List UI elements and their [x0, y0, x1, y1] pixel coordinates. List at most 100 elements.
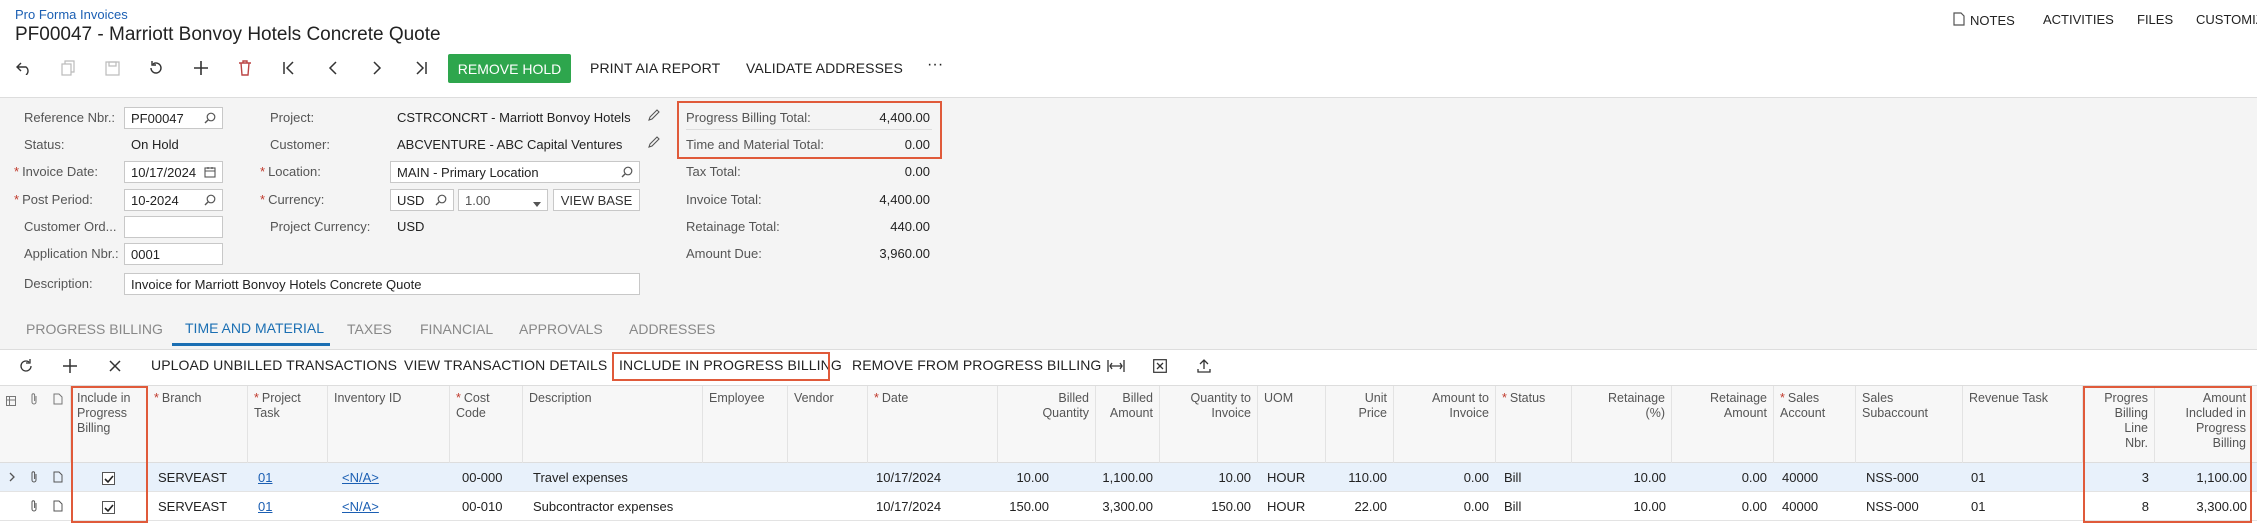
cell-sales-subaccount: NSS-000 — [1866, 470, 1919, 485]
tab-taxes[interactable]: TAXES — [347, 321, 392, 337]
refresh-icon[interactable] — [17, 357, 35, 375]
location-value: MAIN - Primary Location — [397, 165, 539, 180]
col-project-task[interactable]: ProjectTask — [247, 386, 327, 464]
previous-record-icon[interactable] — [323, 58, 343, 78]
export-excel-icon[interactable] — [1151, 357, 1169, 375]
col-employee[interactable]: Employee — [702, 386, 787, 464]
cell-project-task-link[interactable]: 01 — [258, 470, 272, 485]
col-amount-to-invoice[interactable]: Amount to Invoice — [1393, 386, 1495, 464]
col-sales-account[interactable]: SalesAccount — [1773, 386, 1855, 464]
post-period-value: 10-2024 — [131, 193, 179, 208]
document-icon[interactable] — [53, 493, 63, 522]
col-retainage-pct[interactable]: Retainage (%) — [1571, 386, 1671, 464]
highlight-include-button — [612, 352, 830, 381]
col-retainage-amount[interactable]: Retainage Amount — [1671, 386, 1773, 464]
col-quantity-to-invoice[interactable]: Quantity to Invoice — [1159, 386, 1257, 464]
add-icon[interactable] — [191, 58, 211, 78]
table-row[interactable]: SERVEAST 01 <N/A> 00-000 Travel expenses… — [0, 463, 2257, 492]
cell-retainage-pct: 10.00 — [1633, 499, 1666, 514]
cell-retainage-amount: 0.00 — [1741, 499, 1767, 514]
cell-billed-amount: 1,100.00 — [1102, 470, 1153, 485]
col-unit-price[interactable]: Unit Price — [1325, 386, 1393, 464]
col-billed-amount[interactable]: Billed Amount — [1095, 386, 1159, 464]
tab-approvals[interactable]: APPROVALS — [519, 321, 603, 337]
edit-pencil-icon[interactable] — [647, 135, 661, 149]
delete-icon[interactable] — [235, 58, 255, 78]
row-expand-icon[interactable] — [9, 463, 15, 492]
application-nbr-field[interactable]: 0001 — [124, 243, 223, 265]
last-record-icon[interactable] — [411, 58, 431, 78]
invoice-date-field[interactable]: 10/17/2024 — [124, 161, 223, 183]
col-inventory-id[interactable]: Inventory ID — [327, 386, 449, 464]
fit-columns-icon[interactable] — [1106, 357, 1126, 375]
customization-link[interactable]: CUSTOMIZ — [2196, 12, 2257, 27]
search-icon[interactable] — [435, 194, 447, 209]
tab-time-and-material[interactable]: TIME AND MATERIAL — [185, 320, 324, 336]
col-date[interactable]: Date — [867, 386, 997, 464]
col-uom[interactable]: UOM — [1257, 386, 1325, 464]
breadcrumb[interactable]: Pro Forma Invoices — [15, 7, 128, 22]
col-status[interactable]: Status — [1495, 386, 1571, 464]
upload-unbilled-transactions-button[interactable]: UPLOAD UNBILLED TRANSACTIONS — [151, 357, 397, 373]
edit-pencil-icon[interactable] — [647, 108, 661, 122]
col-cost-code[interactable]: CostCode — [449, 386, 522, 464]
attachment-icon[interactable] — [30, 464, 38, 493]
document-icon[interactable] — [53, 464, 63, 493]
cell-uom: HOUR — [1267, 499, 1306, 514]
cell-unit-price: 110.00 — [1348, 470, 1387, 485]
col-billed-quantity[interactable]: Billed Quantity — [997, 386, 1095, 464]
cell-inventory-link[interactable]: <N/A> — [342, 499, 379, 514]
more-actions-button[interactable]: ··· — [927, 56, 943, 74]
first-record-icon[interactable] — [279, 58, 299, 78]
copy-icon[interactable] — [58, 58, 78, 78]
upload-file-icon[interactable] — [1195, 357, 1213, 375]
next-record-icon[interactable] — [367, 58, 387, 78]
customer-value[interactable]: ABCVENTURE - ABC Capital Ventures — [397, 137, 622, 152]
print-aia-report-button[interactable]: PRINT AIA REPORT — [590, 60, 720, 76]
col-branch[interactable]: Branch — [147, 386, 247, 464]
delete-row-icon[interactable] — [106, 357, 124, 375]
calendar-icon[interactable] — [204, 166, 216, 181]
view-transaction-details-button[interactable]: VIEW TRANSACTION DETAILS — [404, 357, 607, 373]
attachment-icon[interactable] — [30, 493, 38, 522]
col-sales-subaccount[interactable]: Sales Subaccount — [1855, 386, 1962, 464]
col-description[interactable]: Description — [522, 386, 702, 464]
files-link[interactable]: FILES — [2137, 12, 2173, 27]
view-base-button[interactable]: VIEW BASE — [553, 189, 640, 211]
remove-from-progress-billing-button[interactable]: REMOVE FROM PROGRESS BILLING — [852, 357, 1101, 373]
tab-progress-billing[interactable]: PROGRESS BILLING — [26, 321, 163, 337]
activities-link[interactable]: ACTIVITIES — [2043, 12, 2114, 27]
undo-icon[interactable] — [14, 58, 34, 78]
remove-hold-button[interactable]: REMOVE HOLD — [448, 54, 571, 83]
notes-label: NOTES — [1970, 13, 2015, 28]
col-vendor[interactable]: Vendor — [787, 386, 867, 464]
description-field[interactable]: Invoice for Marriott Bonvoy Hotels Concr… — [124, 273, 640, 295]
customer-order-field[interactable] — [124, 216, 223, 238]
search-icon[interactable] — [621, 166, 633, 181]
currency-field[interactable]: USD — [390, 189, 454, 211]
retainage-total-value: 440.00 — [890, 219, 930, 234]
currency-label: Currency: — [260, 192, 324, 207]
cell-cost-code: 00-010 — [462, 499, 503, 514]
search-icon[interactable] — [204, 112, 216, 127]
save-icon[interactable] — [102, 58, 122, 78]
add-row-icon[interactable] — [61, 357, 79, 375]
cell-sales-subaccount: NSS-000 — [1866, 499, 1919, 514]
notes-link[interactable]: NOTES — [1953, 12, 2015, 29]
project-value[interactable]: CSTRCONCRT - Marriott Bonvoy Hotels — [397, 110, 631, 125]
tab-financial[interactable]: FINANCIAL — [420, 321, 493, 337]
validate-addresses-button[interactable]: VALIDATE ADDRESSES — [746, 60, 903, 76]
cell-inventory-link[interactable]: <N/A> — [342, 470, 379, 485]
row-settings-icon[interactable] — [6, 394, 16, 409]
currency-rate-dropdown[interactable]: 1.00 — [458, 189, 548, 211]
reference-nbr-field[interactable]: PF00047 — [124, 107, 223, 129]
location-field[interactable]: MAIN - Primary Location — [390, 161, 640, 183]
col-revenue-task[interactable]: Revenue Task — [1962, 386, 2082, 464]
refresh-icon[interactable] — [146, 58, 166, 78]
tab-addresses[interactable]: ADDRESSES — [629, 321, 715, 337]
post-period-field[interactable]: 10-2024 — [124, 189, 223, 211]
highlight-totals — [677, 101, 942, 159]
cell-project-task-link[interactable]: 01 — [258, 499, 272, 514]
table-row[interactable]: SERVEAST 01 <N/A> 00-010 Subcontractor e… — [0, 492, 2257, 521]
search-icon[interactable] — [204, 194, 216, 209]
